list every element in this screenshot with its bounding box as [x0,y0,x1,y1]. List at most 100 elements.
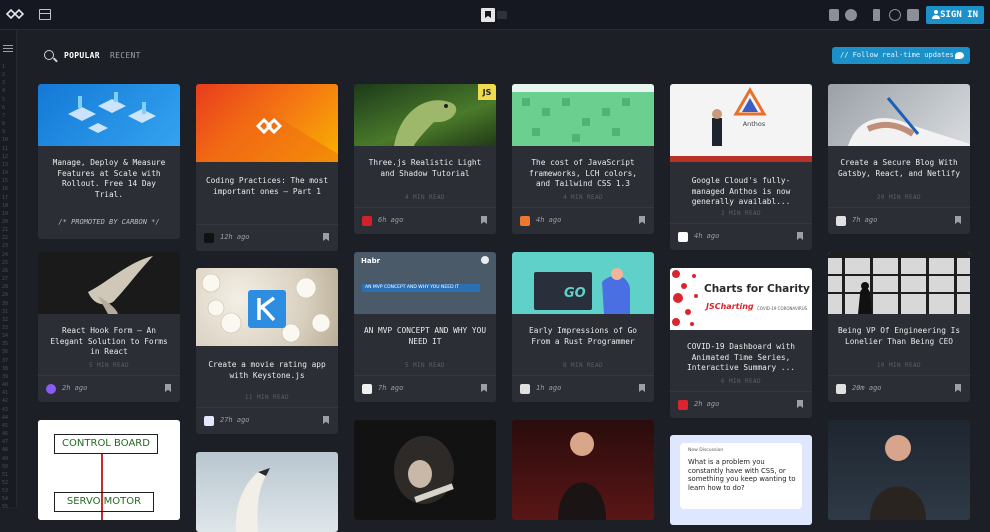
line-number: 27 [2,276,9,283]
line-numbers: 1 2 3 4 5 6 7 8 9 10 11 12 13 14 15 16 17 18 19 20 21 22 23 24 2… [2,63,16,512]
card-footer: 7h ago [354,375,496,402]
follow-updates-button[interactable]: // Follow real-time updates [832,47,970,64]
daily-logo-icon[interactable] [6,8,24,20]
source-icon [204,233,214,243]
article-card[interactable]: Create a Secure Blog With Gatsby, React,… [828,84,970,234]
card-footer: 4h ago [512,207,654,234]
image-label: Anthos [742,120,766,128]
article-card[interactable]: CONTROL BOARD SERVO MOTOR [38,420,180,520]
bookmark-icon[interactable] [639,384,645,392]
line-number: 11 [2,145,9,152]
bookmark-icon[interactable] [165,384,171,392]
read-time: 11 MIN READ [244,394,290,401]
article-card[interactable]: React Hook Form — An Elegant Solution to… [38,252,180,402]
read-time: 20 MIN READ [876,194,922,201]
tab-recent[interactable]: RECENT [110,51,141,60]
article-card[interactable] [196,452,338,532]
tab-popular[interactable]: POPULAR [64,51,100,60]
bookmark-icon[interactable] [323,416,329,424]
source-icon [678,232,688,242]
article-card[interactable]: Coding Practices: The most important one… [196,84,338,251]
menu-icon[interactable] [3,45,13,52]
bookmark-icon[interactable] [955,216,961,224]
line-number: 20 [2,218,9,225]
toggle-indicator[interactable] [497,11,507,19]
promoted-card[interactable]: Manage, Deploy & Measure Features at Sca… [38,84,180,239]
article-card[interactable]: Habr AN MVP CONCEPT AND WHY YOU NEED IT … [354,252,496,402]
bookmark-list-icon[interactable] [873,9,880,21]
line-number: 23 [2,243,9,250]
github-icon[interactable] [829,9,839,21]
sign-in-label: SIGN IN [940,10,978,20]
card-footer: 20m ago [828,375,970,402]
card-image [512,420,654,520]
card-image [828,420,970,520]
line-number: 45 [2,422,9,429]
read-time: 6 MIN READ [720,378,762,385]
settings-icon [481,256,489,264]
promoted-label: /* PROMOTED BY CARBON */ [58,218,160,226]
js-badge: JS [478,84,496,100]
card-time: 7h ago [378,384,404,392]
line-number: 50 [2,463,9,470]
card-image: JS [354,84,496,146]
card-title: React Hook Form — An Elegant Solution to… [50,326,168,356]
line-number: 53 [2,488,9,495]
bookmark-icon[interactable] [481,384,487,392]
clock-icon[interactable] [889,9,901,21]
line-number: 35 [2,341,9,348]
article-card[interactable]: The cost of JavaScript frameworks, LCH c… [512,84,654,234]
line-number: 13 [2,161,9,168]
bookmark-icon[interactable] [797,400,803,408]
bookmark-icon[interactable] [797,232,803,240]
card-image [828,252,970,314]
discussion-header: New Discussion [688,448,724,453]
bookmarks-icon[interactable] [481,8,495,22]
sign-in-button[interactable]: SIGN IN [926,6,984,24]
article-card[interactable] [354,420,496,520]
card-title: Three.js Realistic Light and Shadow Tuto… [368,158,482,178]
article-card[interactable] [512,420,654,520]
bookmark-icon[interactable] [639,216,645,224]
article-card[interactable]: JS Three.js Realistic Light and Shadow T… [354,84,496,234]
discussion-card: New Discussion What is a problem you con… [680,443,802,509]
line-number: 14 [2,170,9,177]
bookmark-icon[interactable] [481,216,487,224]
image-icon[interactable] [907,9,919,21]
layout-icon[interactable] [39,9,51,20]
article-card[interactable]: Being VP Of Engineering Is Lonelier Than… [828,252,970,402]
article-card[interactable] [828,420,970,520]
line-number: 55 [2,504,9,511]
card-title: Manage, Deploy & Measure Features at Sca… [52,158,166,199]
card-footer: 2h ago [670,391,812,418]
card-image [354,420,496,520]
article-card[interactable]: Create a movie rating app with Keystone.… [196,268,338,434]
line-number: 33 [2,325,9,331]
article-card[interactable]: New Discussion What is a problem you con… [670,435,812,525]
source-icon [204,416,214,426]
line-number: 7 [2,112,6,119]
card-image: New Discussion What is a problem you con… [670,435,812,525]
card-time: 2h ago [694,400,720,408]
article-card[interactable]: Charts for Charity JSCharting COVID-19 C… [670,268,812,418]
line-number: 32 [2,316,9,323]
line-number: 34 [2,333,9,340]
bookmark-icon[interactable] [323,233,329,241]
card-image [196,268,338,346]
article-card[interactable]: Anthos Google Cloud's fully-managed Anth… [670,84,812,250]
line-number: 16 [2,186,9,193]
card-image: Anthos [670,84,812,162]
card-time: 1h ago [536,384,562,392]
image-brand: JSCharting [706,302,754,311]
product-hunt-icon[interactable] [845,9,857,21]
article-card[interactable]: GO Early Impressions of Go From a Rust P… [512,252,654,402]
bookmark-icon[interactable] [955,384,961,392]
source-icon [836,216,846,226]
card-image: CONTROL BOARD SERVO MOTOR [38,420,180,520]
line-number: 36 [2,349,9,356]
search-icon[interactable] [44,50,54,60]
top-bar: SIGN IN [0,0,990,30]
card-title: Google Cloud's fully-managed Anthos is n… [691,176,791,206]
line-number: 25 [2,259,9,266]
line-number: 10 [2,137,9,144]
